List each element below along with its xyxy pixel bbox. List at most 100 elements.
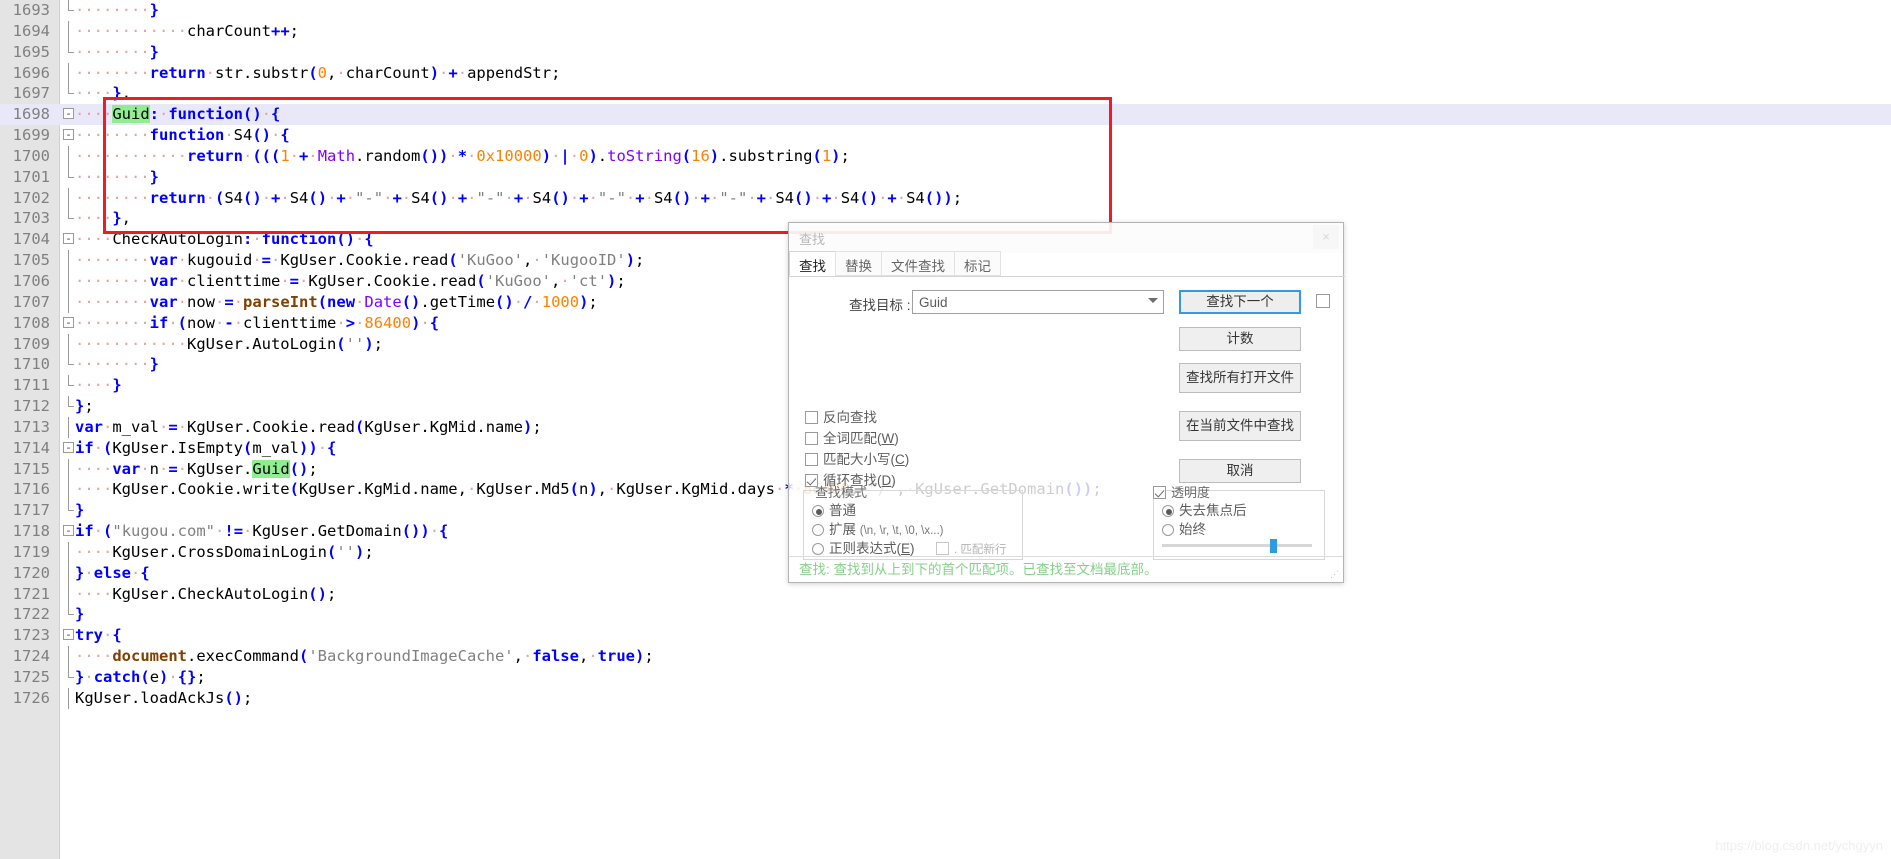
code-line[interactable]: 1694 ············charCount++; <box>0 20 1891 42</box>
line-number: 1723 <box>12 626 50 645</box>
fold-end-icon <box>68 0 74 11</box>
code-line[interactable]: 1725 }·catch(e)·{}; <box>0 667 1891 688</box>
checkbox-whole-word[interactable] <box>805 432 818 445</box>
line-number: 1720 <box>12 563 50 582</box>
cancel-button[interactable]: 取消 <box>1179 459 1301 483</box>
find-input[interactable] <box>917 293 1139 312</box>
code-line[interactable]: 1724 ····document.execCommand('Background… <box>0 646 1891 668</box>
checkbox-matches-newline-label: . 匹配新行 <box>954 544 1007 556</box>
code-line-text: if·(KgUser.IsEmpty(m_val))·{ <box>75 438 337 457</box>
fold-line-icon <box>68 62 69 84</box>
line-number: 1710 <box>12 355 50 374</box>
radio-transparency-on-losing-focus-label: 失去焦点后 <box>1179 503 1247 518</box>
find-target-label: 查找目标 : <box>849 298 911 313</box>
fold-toggle-icon[interactable]: - <box>63 525 74 537</box>
find-dialog[interactable]: 查找 × 查找 替换 文件查找 标记 查找目标 : 查找下一个 计数 查找所有打… <box>788 222 1345 583</box>
radio-mode-regex[interactable]: 正则表达式(E) . 匹配新行 <box>812 537 1006 556</box>
code-line[interactable]: 1699 - ········function·S4()·{ <box>0 125 1891 146</box>
radio-dot-always[interactable] <box>1162 524 1174 536</box>
checkbox-backward-search[interactable] <box>805 411 818 424</box>
code-line[interactable]: 1702 ········return·(S4()·+·S4()·+·"-"·+·… <box>0 187 1891 209</box>
option-match-case[interactable]: 匹配大小写(C) <box>805 448 909 468</box>
line-number: 1702 <box>12 188 50 207</box>
find-target-combo[interactable] <box>912 290 1164 314</box>
code-line-text: ········return·str.substr(0,·charCount)·… <box>75 63 561 82</box>
line-number: 1699 <box>12 126 50 145</box>
code-line[interactable]: 1723 - try·{ <box>0 625 1891 646</box>
screen-root: 1693 ········} 1694 ············charCount++… <box>0 0 1891 859</box>
fold-toggle-icon[interactable]: - <box>63 316 74 328</box>
code-line[interactable]: 1722} <box>0 604 1891 625</box>
transparency-slider-track <box>1162 544 1312 547</box>
find-target-row: 查找目标 : 查找下一个 <box>789 290 1345 316</box>
checkbox-matches-newline[interactable] <box>936 542 950 555</box>
option-match-case-label: 匹配大小写 <box>823 452 891 467</box>
find-next-button[interactable]: 查找下一个 <box>1179 290 1301 314</box>
radio-dot-regex[interactable] <box>812 543 824 555</box>
code-line[interactable]: 1697 ····}, <box>0 83 1891 104</box>
fold-line-icon <box>68 416 69 438</box>
tab-find-in-files[interactable]: 文件查找 <box>881 251 955 276</box>
checkbox-transparency[interactable] <box>1153 486 1166 499</box>
count-button[interactable]: 计数 <box>1179 327 1301 351</box>
resize-grip-icon[interactable]: ⋰ <box>1330 570 1340 580</box>
code-line-text: ····KgUser.CrossDomainLogin(''); <box>75 542 374 561</box>
code-line-text: if·("kugou.com"·!=·KgUser.GetDomain())·{ <box>75 522 449 541</box>
radio-mode-extended-label: 扩展 <box>829 522 856 537</box>
radio-transparency-on-losing-focus[interactable]: 失去焦点后 <box>1162 499 1247 518</box>
find-dialog-tabs[interactable]: 查找 替换 文件查找 标记 <box>789 251 1345 277</box>
fold-end-icon <box>68 396 74 408</box>
radio-dot-extended[interactable] <box>812 524 824 536</box>
find-dialog-titlebar[interactable]: 查找 × <box>789 223 1343 253</box>
code-line-text: ········} <box>75 167 159 186</box>
find-all-open-files-button[interactable]: 查找所有打开文件 <box>1179 363 1301 393</box>
line-number: 1704 <box>12 230 50 249</box>
radio-dot-on-losing-focus[interactable] <box>1162 505 1174 517</box>
tab-replace[interactable]: 替换 <box>835 251 882 276</box>
code-line[interactable]: 1698 - ····Guid:·function()·{ <box>0 104 1891 126</box>
search-mode-group: 查找模式 普通 扩展 (\n, \r, \t, \0, \x...) 正则表达式… <box>803 485 1023 560</box>
fold-toggle-icon[interactable]: - <box>63 129 74 141</box>
code-line-text: ············return·(((1·+·Math.random())… <box>75 146 850 165</box>
option-whole-word-label: 全词匹配 <box>823 431 877 446</box>
checkbox-match-case[interactable] <box>805 453 818 466</box>
chevron-down-icon[interactable] <box>1148 298 1158 303</box>
line-number: 1725 <box>12 668 50 686</box>
code-line-text: ········function·S4()·{ <box>75 126 290 145</box>
code-line[interactable]: 1701 ········} <box>0 166 1891 188</box>
fold-line-icon <box>68 541 69 563</box>
fold-toggle-icon[interactable]: - <box>63 233 74 245</box>
tab-find[interactable]: 查找 <box>789 251 836 276</box>
option-whole-word[interactable]: 全词匹配(W) <box>805 427 909 447</box>
code-line[interactable]: 1721 ····KgUser.CheckAutoLogin(); <box>0 583 1891 605</box>
fold-toggle-icon[interactable]: - <box>63 629 74 641</box>
transparency-slider[interactable] <box>1162 539 1312 553</box>
fold-end-icon <box>68 354 74 366</box>
code-line-text: ········} <box>75 1 159 19</box>
code-line-text: ····KgUser.CheckAutoLogin(); <box>75 584 337 603</box>
radio-dot-normal[interactable] <box>812 505 824 517</box>
transparency-slider-thumb[interactable] <box>1270 539 1277 553</box>
line-number: 1706 <box>12 271 50 290</box>
find-in-current-file-button[interactable]: 在当前文件中查找 <box>1179 411 1301 441</box>
option-backward-search[interactable]: 反向查找 <box>805 406 909 426</box>
fold-toggle-icon[interactable]: - <box>63 441 74 453</box>
fold-line-icon <box>68 145 69 167</box>
keep-open-checkbox[interactable] <box>1316 294 1330 308</box>
code-line[interactable]: 1696 ········return·str.substr(0,·charCou… <box>0 62 1891 84</box>
line-number: 1696 <box>12 63 50 82</box>
close-icon[interactable]: × <box>1313 225 1339 249</box>
radio-mode-normal[interactable]: 普通 <box>812 499 1006 518</box>
tab-mark[interactable]: 标记 <box>954 251 1001 276</box>
radio-mode-extended[interactable]: 扩展 (\n, \r, \t, \0, \x...) <box>812 518 1006 537</box>
code-line[interactable]: 1700 ············return·(((1·+·Math.rando… <box>0 145 1891 167</box>
code-line[interactable]: 1726 KgUser.loadAckJs(); <box>0 687 1891 709</box>
code-line-text: }·catch(e)·{}; <box>75 668 206 686</box>
code-line-text: ········return·(S4()·+·S4()·+·"-"·+·S4()… <box>75 188 963 207</box>
radio-transparency-always[interactable]: 始终 <box>1162 518 1247 537</box>
code-line[interactable]: 1693 ········} <box>0 0 1891 21</box>
code-line-text: var·m_val·=·KgUser.Cookie.read(KgUser.Kg… <box>75 417 542 436</box>
code-line[interactable]: 1695 ········} <box>0 41 1891 63</box>
fold-toggle-icon[interactable]: - <box>63 108 74 120</box>
line-number: 1703 <box>12 209 50 228</box>
